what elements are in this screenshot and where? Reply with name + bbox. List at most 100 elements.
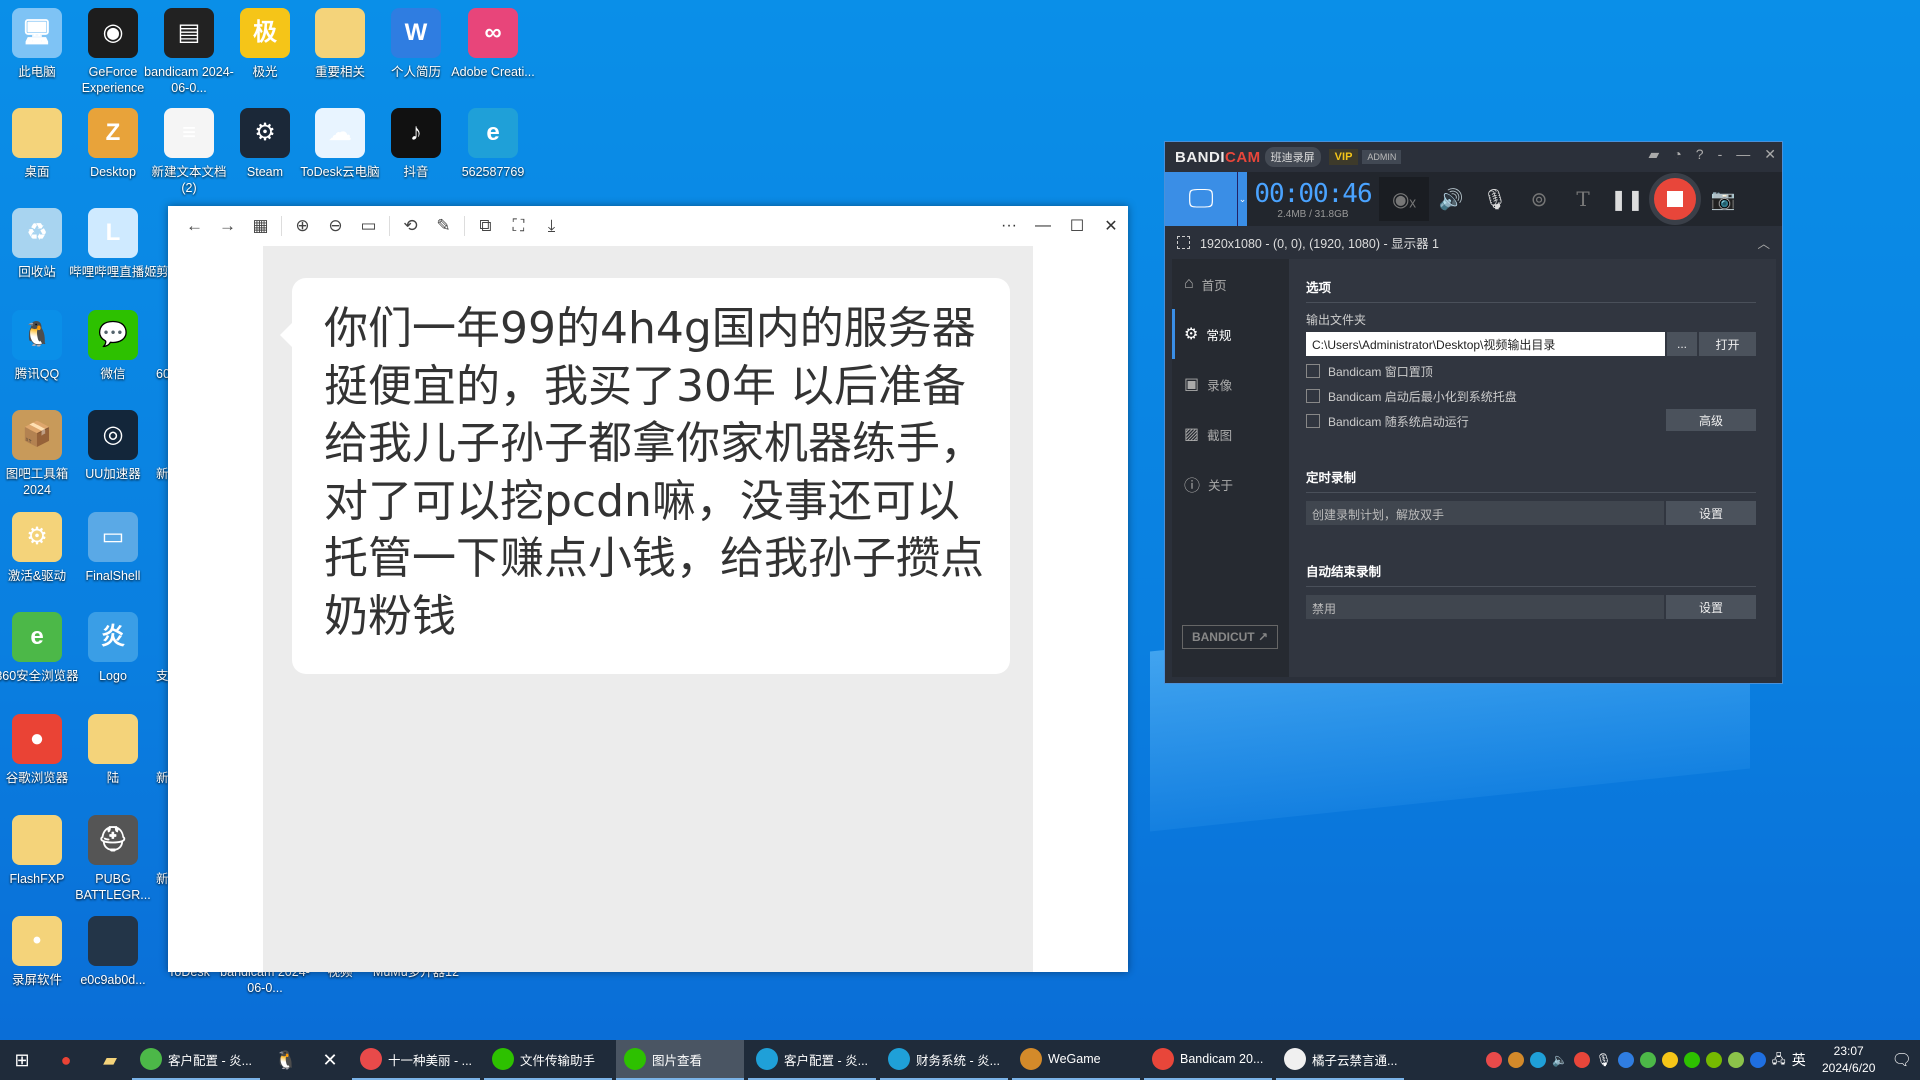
checkbox[interactable] (1306, 414, 1320, 428)
start-button[interactable]: ⊞ (0, 1040, 44, 1080)
taskbar-app[interactable]: 图片查看 (616, 1040, 744, 1080)
forward-icon[interactable]: → (211, 216, 244, 236)
tray-wechat-icon[interactable] (1683, 1052, 1700, 1068)
nav-item[interactable]: ⚙ 常规 (1172, 309, 1289, 359)
minimize-button[interactable]: — (1026, 217, 1060, 235)
file-explorer-icon[interactable]: ▰ (88, 1040, 132, 1080)
open-folder-button[interactable]: 打开 (1699, 332, 1756, 356)
folder-icon (315, 8, 365, 58)
tray-security-icon[interactable] (1727, 1052, 1744, 1068)
taskbar-app[interactable]: 客户配置 - 炎... (748, 1040, 876, 1080)
nav-item[interactable]: ▣ 录像 (1172, 359, 1289, 409)
zoom-out-icon[interactable]: ⊖ (319, 216, 352, 236)
uu-icon: ◎ (88, 410, 138, 460)
tray-360-icon[interactable] (1639, 1052, 1656, 1068)
app-icon (492, 1048, 514, 1070)
grid-icon[interactable]: ▦ (244, 216, 277, 236)
taskbar-app[interactable]: WeGame (1012, 1040, 1140, 1080)
checkbox[interactable] (1306, 389, 1320, 403)
bandicut-button[interactable]: BANDICUT ↗ (1182, 625, 1278, 649)
notification-icon[interactable]: 🗨 (1892, 1050, 1912, 1070)
taskbar-app[interactable]: 财务系统 - 炎... (880, 1040, 1008, 1080)
desktop-icon[interactable]: ⛑ PUBG BATTLEGR... (68, 815, 158, 903)
save-icon[interactable]: ⤓ (535, 216, 568, 236)
close-button[interactable]: ✕ (1094, 216, 1128, 236)
checkbox-label: Bandicam 启动后最小化到系统托盘 (1328, 389, 1517, 404)
folder-icon[interactable]: ▰ (1649, 146, 1660, 163)
desktop-icon[interactable]: ◎ UU加速器 (68, 410, 158, 482)
clock-date: 2024/6/20 (1821, 1061, 1876, 1075)
browse-button[interactable]: ... (1667, 332, 1697, 356)
network-icon[interactable]: 🖧 (1772, 1050, 1786, 1071)
schedule-settings-button[interactable]: 设置 (1666, 501, 1756, 525)
bluetooth-icon[interactable] (1749, 1052, 1766, 1068)
mini-mode-icon[interactable]: - (1718, 146, 1723, 163)
speaker-icon[interactable]: 🔊 (1429, 187, 1473, 212)
tray-app-icon[interactable] (1486, 1052, 1503, 1068)
desktop-icon[interactable]: ▭ FinalShell (68, 512, 158, 584)
minimize-icon[interactable]: — (1736, 146, 1750, 163)
checkbox[interactable] (1306, 364, 1320, 378)
taskbar-app[interactable]: 橘子云禁言通... (1276, 1040, 1404, 1080)
tray-app-icon[interactable] (1617, 1052, 1634, 1068)
timer-value: 00:00:46 (1254, 178, 1372, 209)
actual-size-icon[interactable]: ▭ (352, 216, 385, 236)
tray-nvidia-icon[interactable] (1705, 1052, 1722, 1068)
taskbar-app[interactable]: 文件传输助手 (484, 1040, 612, 1080)
webcam-icon[interactable]: ◉ₓ (1379, 177, 1429, 221)
zoom-in-icon[interactable]: ⊕ (286, 216, 319, 236)
stop-record-button[interactable] (1649, 173, 1701, 225)
region-bar[interactable]: 1920x1080 - (0, 0), (1920, 1080) - 显示器 1… (1165, 226, 1782, 258)
collapse-icon[interactable]: ︿ (1757, 233, 1770, 252)
capcut-taskbar-icon[interactable]: ✕ (308, 1040, 352, 1080)
image-canvas: 你们一年99的4h4g国内的服务器挺便宜的，我买了30年 以后准备给我儿子孙子都… (263, 246, 1033, 972)
output-folder-input[interactable]: C:\Users\Administrator\Desktop\视频输出目录 (1306, 332, 1665, 356)
tray-qq-icon[interactable] (1661, 1052, 1678, 1068)
video-file-icon: ▤ (164, 8, 214, 58)
tray-bandicam-icon[interactable] (1573, 1052, 1590, 1068)
nav-item[interactable]: ⌂ 首页 (1172, 259, 1289, 309)
desktop-icon[interactable]: ∞ Adobe Creati... (448, 8, 538, 80)
back-icon[interactable]: ← (178, 216, 211, 236)
qq-taskbar-icon[interactable]: 🐧 (264, 1040, 308, 1080)
clock-icon[interactable]: ◔ (1673, 146, 1681, 163)
cursor-click-icon[interactable]: ⊚ (1517, 187, 1561, 212)
pause-icon[interactable]: ❚❚ (1605, 187, 1649, 212)
desktop-icon[interactable]: 炎 Logo (68, 612, 158, 684)
edit-icon[interactable]: ✎ (427, 216, 460, 236)
nav-item[interactable]: ⓘ 关于 (1172, 459, 1289, 509)
autostop-settings-button[interactable]: 设置 (1666, 595, 1756, 619)
taskbar-app[interactable]: Bandicam 20... (1144, 1040, 1272, 1080)
volume-icon[interactable]: 🔈 (1552, 1053, 1568, 1068)
chrome-taskbar-icon[interactable]: ● (44, 1040, 88, 1080)
mic-icon[interactable]: 🎙 (1596, 1053, 1612, 1068)
taskbar-app[interactable]: 十一种美丽 - ... (352, 1040, 480, 1080)
text-overlay-icon[interactable]: T (1561, 187, 1605, 211)
ocr-icon[interactable]: ⛶ (502, 216, 535, 236)
desktop-icon[interactable]: 💬 微信 (68, 310, 158, 382)
more-button[interactable]: ··· (992, 217, 1026, 235)
translate-icon[interactable]: ⧉ (469, 216, 502, 236)
tray-onedrive-icon[interactable] (1530, 1052, 1547, 1068)
camera-snapshot-icon[interactable]: 📷 (1701, 187, 1745, 212)
microphone-icon[interactable]: 🎙 (1473, 187, 1517, 212)
clock[interactable]: 23:07 2024/6/20 (1812, 1043, 1886, 1077)
tray-app-icon[interactable] (1508, 1052, 1525, 1068)
rotate-icon[interactable]: ⟲ (394, 216, 427, 236)
nav-item[interactable]: ▨ 截图 (1172, 409, 1289, 459)
screen-mode-button[interactable]: 🖵 (1165, 172, 1237, 226)
option-checkbox[interactable]: Bandicam 启动后最小化到系统托盘 (1306, 386, 1756, 406)
advanced-button[interactable]: 高级 (1666, 409, 1756, 431)
taskbar-app[interactable]: 客户配置 - 炎... (132, 1040, 260, 1080)
stop-icon (1667, 191, 1683, 207)
option-checkbox[interactable]: Bandicam 窗口置顶 (1306, 361, 1756, 381)
desktop-icon[interactable]: L 哔哩哔哩直播姬 (68, 208, 158, 280)
close-icon[interactable]: ✕ (1764, 146, 1776, 163)
ime-indicator[interactable]: 英 (1792, 1050, 1806, 1070)
desktop-icon[interactable]: 陆 (68, 714, 158, 786)
desktop-icon[interactable]: e 562587769 (448, 108, 538, 180)
recording-timer: 00:00:46 2.4MB / 31.8GB (1247, 179, 1379, 220)
maximize-button[interactable]: ☐ (1060, 216, 1094, 236)
help-icon[interactable]: ? (1696, 146, 1704, 163)
mode-dropdown[interactable]: ⌄ (1237, 172, 1247, 226)
